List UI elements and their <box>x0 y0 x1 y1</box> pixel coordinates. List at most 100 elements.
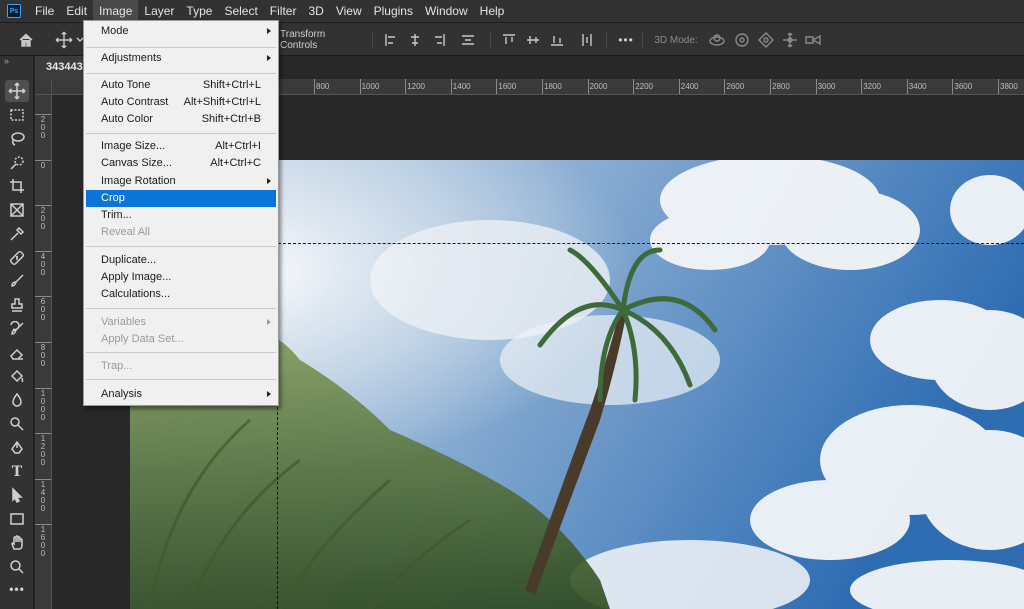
3d-orbit-icon[interactable] <box>706 23 728 57</box>
shortcut-label: Shift+Ctrl+B <box>201 113 261 125</box>
menu-item-image-size[interactable]: Image Size... Alt+Ctrl+I <box>86 138 276 155</box>
menu-item-label: Calculations... <box>101 288 171 300</box>
eyedropper-icon[interactable] <box>5 223 29 245</box>
ruler-origin[interactable] <box>35 79 52 95</box>
ruler-label: 1400 <box>40 479 46 513</box>
brush-icon[interactable] <box>5 270 29 292</box>
menu-item-apply-data-set[interactable]: Apply Data Set... <box>86 331 276 348</box>
align-top-icon[interactable] <box>500 23 518 57</box>
quick-selection-icon[interactable] <box>5 152 29 174</box>
menu-image[interactable]: Image <box>93 0 139 22</box>
eraser-icon[interactable] <box>5 342 29 364</box>
menu-type[interactable]: Type <box>180 0 218 22</box>
ruler-tick <box>587 79 589 94</box>
menu-item-calculations[interactable]: Calculations... <box>86 286 276 303</box>
menu-help[interactable]: Help <box>474 0 511 22</box>
align-left-icon[interactable] <box>382 23 400 57</box>
move-tool-preset-icon[interactable] <box>52 23 76 57</box>
shortcut-label: Shift+Ctrl+L <box>202 79 261 91</box>
rectangle-shape-icon[interactable] <box>5 508 29 530</box>
3d-scale-icon[interactable] <box>802 23 824 57</box>
menu-layer[interactable]: Layer <box>138 0 180 22</box>
align-right-icon[interactable] <box>430 23 448 57</box>
ruler-label: 3600 <box>954 82 973 91</box>
menu-item-variables[interactable]: Variables <box>86 314 276 331</box>
blur-icon[interactable] <box>5 389 29 411</box>
history-brush-icon[interactable] <box>5 318 29 340</box>
options-separator <box>642 32 643 48</box>
ruler-tick <box>35 433 51 435</box>
more-tools-icon[interactable]: ••• <box>5 578 29 600</box>
menu-filter[interactable]: Filter <box>264 0 303 22</box>
ruler-label: 1600 <box>498 82 517 91</box>
ruler-tick <box>450 79 452 94</box>
align-bottom-icon[interactable] <box>548 23 566 57</box>
distribute-icon[interactable] <box>459 23 477 57</box>
menu-item-label: Reveal All <box>101 226 150 238</box>
ruler-tick <box>815 79 817 94</box>
menu-item-reveal-all[interactable]: Reveal All <box>86 224 276 241</box>
menu-item-adjustments[interactable]: Adjustments <box>86 50 276 67</box>
ruler-label: 800 <box>316 82 330 91</box>
clone-stamp-icon[interactable] <box>5 294 29 316</box>
menu-item-trim[interactable]: Trim... <box>86 207 276 224</box>
3d-roll-icon[interactable] <box>731 23 753 57</box>
ruler-tick <box>35 478 51 480</box>
menu-window[interactable]: Window <box>419 0 474 22</box>
menu-item-canvas-size[interactable]: Canvas Size... Alt+Ctrl+C <box>86 155 276 172</box>
menu-item-label: Canvas Size... <box>101 157 172 169</box>
ruler-label: 200 <box>40 206 46 232</box>
submenu-arrow-icon <box>267 319 271 325</box>
ruler-tick <box>35 524 51 526</box>
rectangular-marquee-icon[interactable] <box>5 104 29 126</box>
menu-item-label: Apply Image... <box>101 271 172 283</box>
distribute-vertical-icon[interactable] <box>578 23 596 57</box>
menu-file[interactable]: File <box>29 0 60 22</box>
healing-brush-icon[interactable] <box>5 247 29 269</box>
paint-bucket-icon[interactable] <box>5 366 29 388</box>
menu-item-apply-image[interactable]: Apply Image... <box>86 269 276 286</box>
ruler-tick <box>35 250 51 252</box>
ruler-label: 1200 <box>40 434 46 468</box>
hand-icon[interactable] <box>5 532 29 554</box>
dodge-icon[interactable] <box>5 413 29 435</box>
move-tool-icon[interactable] <box>5 80 29 102</box>
align-vertical-center-icon[interactable] <box>524 23 542 57</box>
type-tool-icon[interactable]: T <box>5 461 29 483</box>
menu-edit[interactable]: Edit <box>60 0 93 22</box>
pen-icon[interactable] <box>5 437 29 459</box>
shortcut-label: Alt+Shift+Ctrl+L <box>183 96 261 108</box>
transform-controls-label[interactable]: Transform Controls <box>280 23 360 57</box>
menu-item-trap[interactable]: Trap... <box>86 358 276 375</box>
collapse-panel-icon[interactable]: ›› <box>4 56 9 66</box>
submenu-arrow-icon <box>267 391 271 397</box>
vertical-ruler[interactable]: 200 0 200 400 600 800 1000 1200 1400 1600 <box>35 95 52 609</box>
menu-3d[interactable]: 3D <box>302 0 329 22</box>
more-options-button[interactable]: ••• <box>616 23 636 57</box>
menu-view[interactable]: View <box>330 0 368 22</box>
zoom-icon[interactable] <box>5 556 29 578</box>
menu-item-auto-color[interactable]: Auto Color Shift+Ctrl+B <box>86 111 276 128</box>
menu-item-crop[interactable]: Crop <box>86 190 276 207</box>
3d-pan-icon[interactable] <box>755 23 777 57</box>
3d-slide-icon[interactable] <box>779 23 801 57</box>
ruler-label: 1000 <box>40 388 46 422</box>
menu-select[interactable]: Select <box>218 0 263 22</box>
crop-icon[interactable] <box>5 175 29 197</box>
menu-item-auto-contrast[interactable]: Auto Contrast Alt+Shift+Ctrl+L <box>86 94 276 111</box>
frame-icon[interactable] <box>5 199 29 221</box>
menu-item-image-rotation[interactable]: Image Rotation <box>86 173 276 190</box>
menu-item-mode[interactable]: Mode <box>86 23 276 40</box>
menu-item-analysis[interactable]: Analysis <box>86 386 276 403</box>
menu-plugins[interactable]: Plugins <box>368 0 419 22</box>
lasso-icon[interactable] <box>5 128 29 150</box>
ruler-label: 1800 <box>544 82 562 91</box>
path-selection-icon[interactable] <box>5 484 29 506</box>
photoshop-logo-icon: Ps <box>7 4 21 18</box>
menu-item-auto-tone[interactable]: Auto Tone Shift+Ctrl+L <box>86 77 276 94</box>
ruler-tick <box>952 79 954 94</box>
menu-separator <box>86 246 276 247</box>
align-horizontal-center-icon[interactable] <box>406 23 424 57</box>
menu-item-duplicate[interactable]: Duplicate... <box>86 252 276 269</box>
home-icon[interactable] <box>14 23 38 57</box>
